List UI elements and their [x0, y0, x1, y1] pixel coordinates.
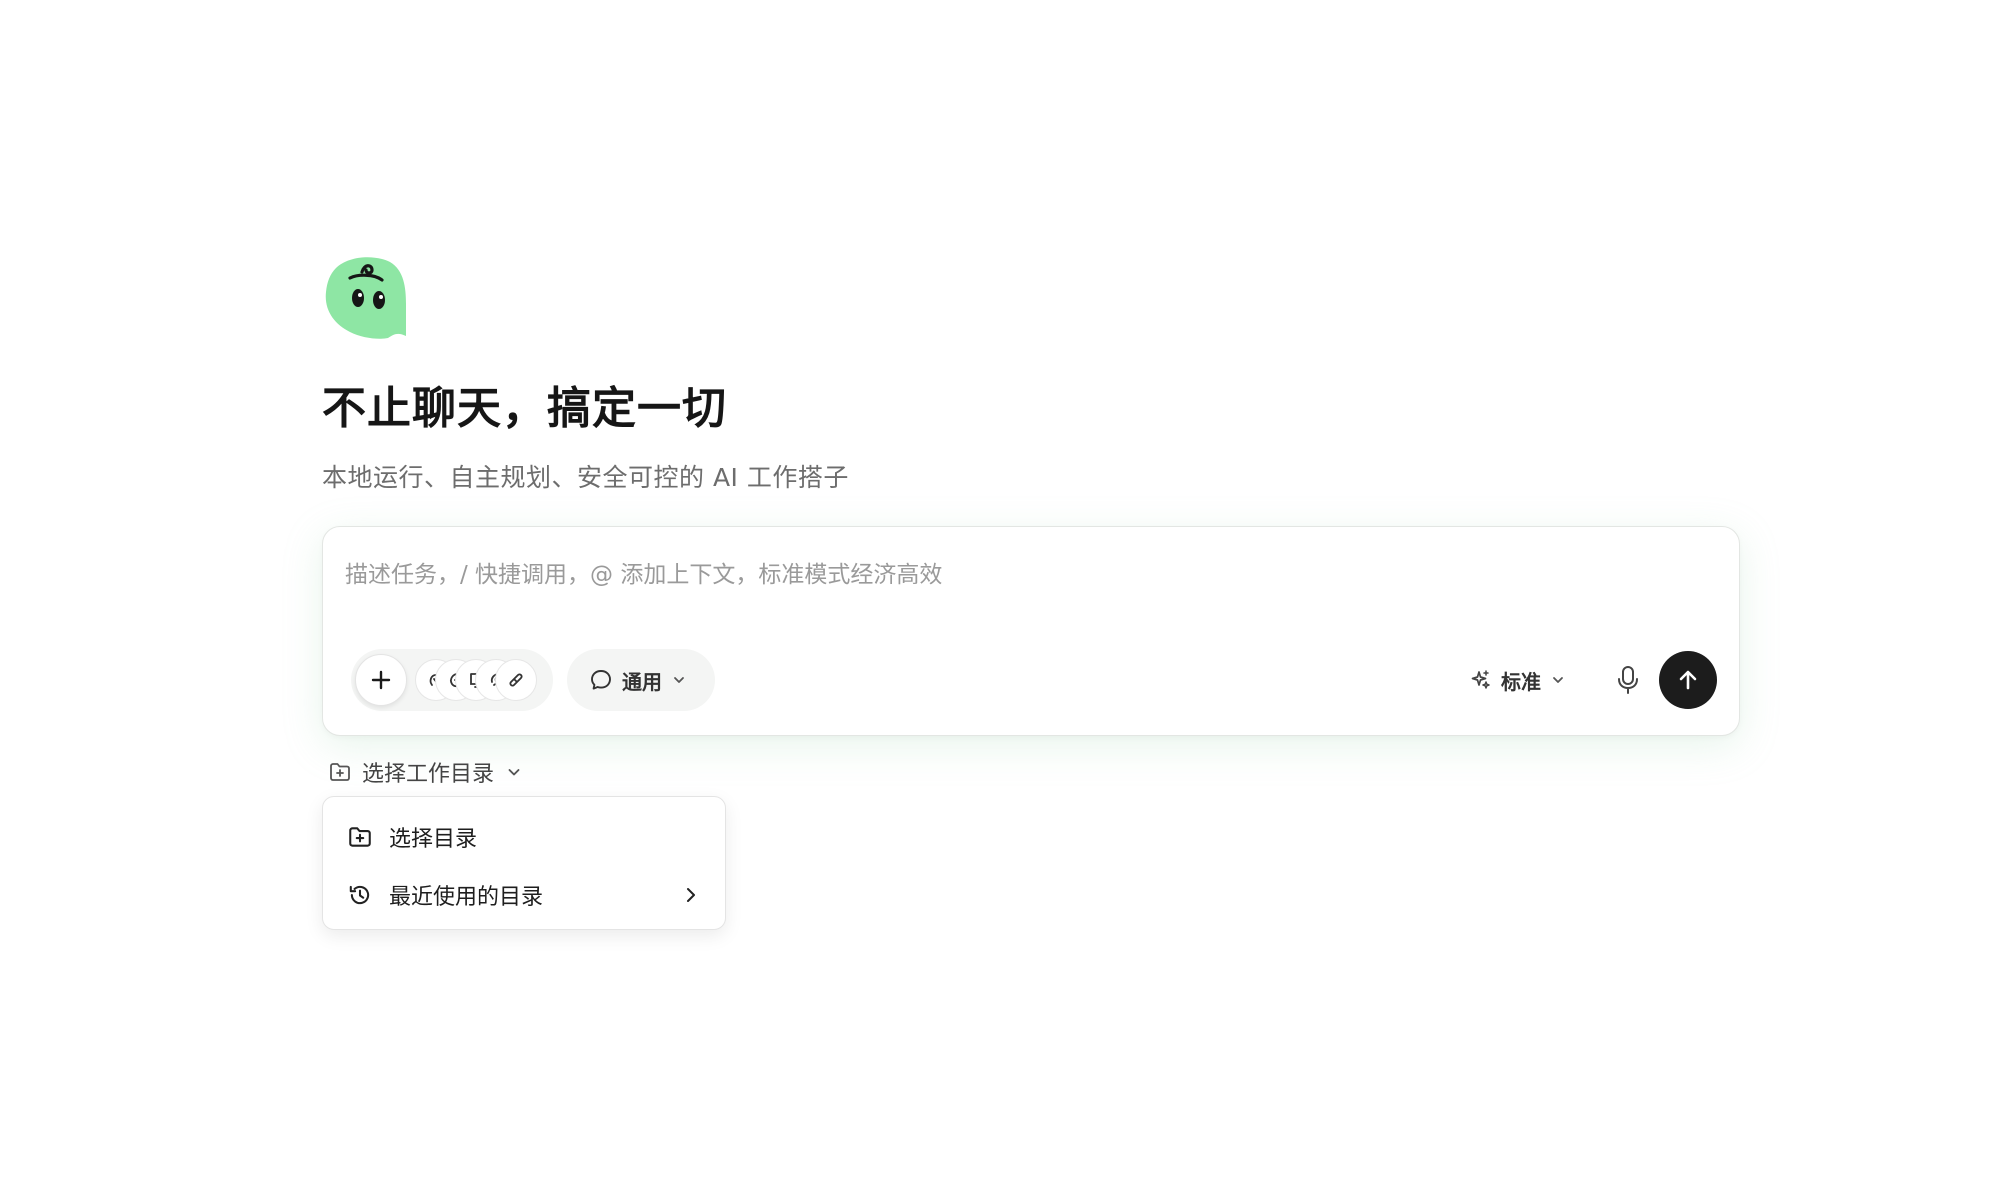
plus-icon	[371, 670, 391, 690]
composer: 通用 标准	[322, 526, 1740, 736]
folder-plus-icon	[349, 827, 371, 847]
tool-icon-5[interactable]	[495, 659, 537, 701]
menu-item-label: 选择目录	[389, 827, 478, 852]
sparkle-icon	[1471, 670, 1490, 689]
history-icon	[349, 885, 370, 905]
quality-selector[interactable]: 标准	[1469, 655, 1581, 705]
voice-input-button[interactable]	[1603, 655, 1653, 705]
chevron-right-icon	[687, 888, 695, 902]
quality-label: 标准	[1501, 669, 1541, 694]
page-subtitle: 本地运行、自主规划、安全可控的 AI 工作搭子	[322, 463, 849, 492]
add-button[interactable]	[355, 654, 407, 706]
arrow-up-icon	[1679, 670, 1697, 690]
microphone-icon	[1618, 666, 1638, 694]
mode-selector[interactable]: 通用	[567, 649, 715, 711]
tool-group	[351, 649, 553, 711]
chevron-down-icon	[1553, 677, 1563, 683]
page-title: 不止聊天，搞定一切	[322, 383, 727, 434]
send-button[interactable]	[1659, 651, 1717, 709]
app-root: 不止聊天，搞定一切 本地运行、自主规划、安全可控的 AI 工作搭子 描述任务，/…	[0, 0, 2000, 1197]
folder-plus-icon	[330, 763, 350, 781]
directory-dropdown-menu: 选择目录 最近使用的目录	[322, 796, 726, 930]
task-input[interactable]	[345, 555, 1705, 595]
chevron-down-icon	[508, 769, 520, 776]
chevron-down-icon	[674, 677, 684, 683]
working-directory-selector[interactable]: 选择工作目录	[328, 754, 522, 790]
menu-item-choose-directory[interactable]: 选择目录	[333, 811, 715, 863]
chat-bubble-icon	[591, 670, 611, 690]
menu-item-label: 最近使用的目录	[389, 885, 544, 910]
ghost-mascot-logo	[322, 252, 408, 340]
menu-item-recent-directories[interactable]: 最近使用的目录	[333, 869, 715, 921]
mode-label: 通用	[622, 669, 662, 694]
working-directory-label: 选择工作目录	[362, 762, 495, 787]
